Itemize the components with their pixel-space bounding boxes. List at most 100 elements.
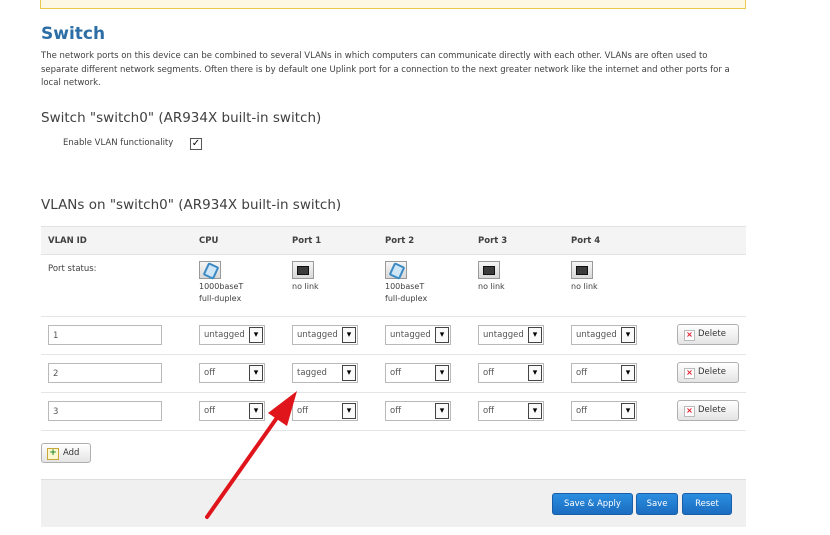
port-1-select[interactable]: tagged ▾ xyxy=(292,363,358,383)
chevron-down-icon: ▾ xyxy=(528,327,542,343)
vlan-table-header: VLAN ID CPU Port 1 Port 2 Port 3 Port 4 xyxy=(41,226,746,255)
ethernet-up-icon xyxy=(199,261,221,279)
port-2-select[interactable]: untagged ▾ xyxy=(385,325,451,345)
port-status-duplex: full-duplex xyxy=(199,294,242,303)
port-status-port-2: 100baseT full-duplex xyxy=(385,261,427,305)
port-status-port-1: no link xyxy=(292,261,319,293)
delete-vlan-button[interactable]: × Delete xyxy=(677,324,739,345)
delete-icon: × xyxy=(684,406,695,417)
port-status-text: no link xyxy=(571,282,598,291)
chevron-down-icon: ▾ xyxy=(249,327,263,343)
cpu-select[interactable]: off ▾ xyxy=(199,401,265,421)
port-status-text: no link xyxy=(478,282,505,291)
cpu-select[interactable]: untagged ▾ xyxy=(199,325,265,345)
chevron-down-icon: ▾ xyxy=(621,327,635,343)
delete-label: Delete xyxy=(698,367,726,377)
col-port-4: Port 4 xyxy=(571,236,601,246)
port-3-select[interactable]: off ▾ xyxy=(478,363,544,383)
chevron-down-icon: ▾ xyxy=(249,365,263,381)
chevron-down-icon: ▾ xyxy=(342,365,356,381)
vlan-id-input[interactable]: 1 xyxy=(48,325,162,345)
vlan-row: 3 off ▾ off ▾ off ▾ off ▾ off ▾ × Delete xyxy=(41,393,746,431)
select-value: off xyxy=(483,368,495,378)
col-vlan-id: VLAN ID xyxy=(48,236,87,246)
vlan-id-input[interactable]: 2 xyxy=(48,363,162,383)
port-status-port-3: no link xyxy=(478,261,505,293)
vlan-id-input[interactable]: 3 xyxy=(48,401,162,421)
port-4-select[interactable]: off ▾ xyxy=(571,363,637,383)
chevron-down-icon: ▾ xyxy=(249,403,263,419)
select-value: off xyxy=(390,406,402,416)
chevron-down-icon: ▾ xyxy=(342,327,356,343)
chevron-down-icon: ▾ xyxy=(621,365,635,381)
ethernet-down-icon xyxy=(292,261,314,279)
chevron-down-icon: ▾ xyxy=(342,403,356,419)
ethernet-up-icon xyxy=(385,261,407,279)
col-port-1: Port 1 xyxy=(292,236,322,246)
port-4-select[interactable]: off ▾ xyxy=(571,401,637,421)
vlan-row: 1 untagged ▾ untagged ▾ untagged ▾ untagged… xyxy=(41,317,746,355)
select-value: off xyxy=(576,368,588,378)
select-value: untagged xyxy=(483,330,524,340)
select-value: off xyxy=(204,406,216,416)
select-value: untagged xyxy=(204,330,245,340)
chevron-down-icon: ▾ xyxy=(528,403,542,419)
col-port-3: Port 3 xyxy=(478,236,508,246)
page-title: Switch xyxy=(41,24,106,44)
select-value: tagged xyxy=(297,368,327,378)
vlan-table: VLAN ID CPU Port 1 Port 2 Port 3 Port 4 … xyxy=(41,226,746,431)
port-1-select[interactable]: off ▾ xyxy=(292,401,358,421)
chevron-down-icon: ▾ xyxy=(435,403,449,419)
delete-label: Delete xyxy=(698,329,726,339)
save-button[interactable]: Save xyxy=(636,493,678,515)
chevron-down-icon: ▾ xyxy=(435,327,449,343)
cpu-select[interactable]: off ▾ xyxy=(199,363,265,383)
port-2-select[interactable]: off ▾ xyxy=(385,363,451,383)
col-cpu: CPU xyxy=(199,236,219,246)
delete-icon: × xyxy=(684,368,695,379)
port-status-label: Port status: xyxy=(48,264,97,274)
port-status-row: Port status: 1000baseT full-duplex no li… xyxy=(41,254,746,317)
select-value: off xyxy=(390,368,402,378)
vlans-heading: VLANs on "switch0" (AR934X built-in swit… xyxy=(41,197,342,213)
select-value: off xyxy=(483,406,495,416)
port-1-select[interactable]: untagged ▾ xyxy=(292,325,358,345)
vlan-row: 2 off ▾ tagged ▾ off ▾ off ▾ off ▾ × Delete xyxy=(41,355,746,393)
add-label: Add xyxy=(63,448,80,458)
col-port-2: Port 2 xyxy=(385,236,415,246)
top-warning-bar xyxy=(40,0,746,9)
port-status-text: no link xyxy=(292,282,319,291)
enable-vlan-label: Enable VLAN functionality xyxy=(63,138,174,148)
delete-vlan-button[interactable]: × Delete xyxy=(677,362,739,383)
port-status-cpu: 1000baseT full-duplex xyxy=(199,261,243,305)
add-vlan-button[interactable]: + Add xyxy=(41,443,91,463)
select-value: off xyxy=(204,368,216,378)
select-value: off xyxy=(576,406,588,416)
reset-button[interactable]: Reset xyxy=(682,493,732,515)
add-icon: + xyxy=(47,448,59,460)
port-status-text: 100baseT xyxy=(385,282,425,291)
chevron-down-icon: ▾ xyxy=(621,403,635,419)
select-value: untagged xyxy=(576,330,617,340)
form-footer: Save & Apply Save Reset xyxy=(41,479,746,527)
chevron-down-icon: ▾ xyxy=(528,365,542,381)
select-value: untagged xyxy=(297,330,338,340)
save-apply-button[interactable]: Save & Apply xyxy=(552,493,633,515)
port-status-port-4: no link xyxy=(571,261,598,293)
delete-vlan-button[interactable]: × Delete xyxy=(677,400,739,421)
ethernet-down-icon xyxy=(478,261,500,279)
switch-heading: Switch "switch0" (AR934X built-in switch… xyxy=(41,110,322,126)
enable-vlan-checkbox[interactable]: ✓ xyxy=(190,138,202,150)
chevron-down-icon: ▾ xyxy=(435,365,449,381)
port-4-select[interactable]: untagged ▾ xyxy=(571,325,637,345)
port-2-select[interactable]: off ▾ xyxy=(385,401,451,421)
port-status-text: 1000baseT xyxy=(199,282,244,291)
delete-icon: × xyxy=(684,330,695,341)
select-value: off xyxy=(297,406,309,416)
ethernet-down-icon xyxy=(571,261,593,279)
port-status-duplex: full-duplex xyxy=(385,294,428,303)
port-3-select[interactable]: off ▾ xyxy=(478,401,544,421)
port-3-select[interactable]: untagged ▾ xyxy=(478,325,544,345)
page-description: The network ports on this device can be … xyxy=(41,51,730,88)
delete-label: Delete xyxy=(698,405,726,415)
